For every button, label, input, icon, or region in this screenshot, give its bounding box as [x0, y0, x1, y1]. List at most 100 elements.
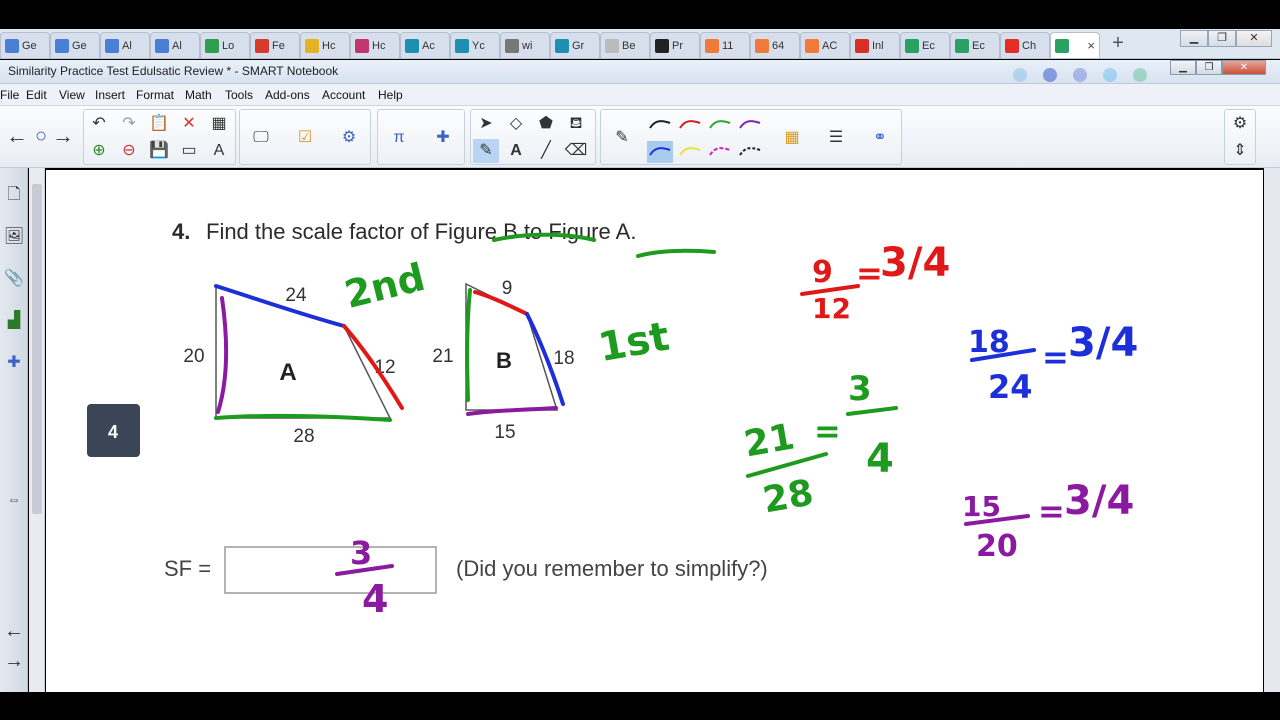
menu-view[interactable]: View	[59, 88, 85, 102]
eraser-icon[interactable]: ⌫	[563, 139, 589, 163]
menu-help[interactable]: Help	[378, 88, 403, 102]
redo-icon[interactable]: ↷	[116, 112, 142, 136]
line-icon[interactable]: ╱	[533, 139, 559, 163]
pen-swatch-green[interactable]	[707, 114, 733, 136]
browser-tab[interactable]: Pr	[650, 32, 700, 58]
paste-icon[interactable]: 📋	[146, 112, 172, 136]
eraser-shape-icon[interactable]: ⬟	[533, 112, 559, 136]
undo-icon[interactable]: ↶	[86, 112, 112, 136]
pen-swatch-magenta[interactable]	[707, 141, 733, 163]
line-style-icon[interactable]: ☰	[823, 126, 849, 150]
menu-math[interactable]: Math	[185, 88, 212, 102]
browser-tab[interactable]: Al	[100, 32, 150, 58]
browser-tab[interactable]: Al	[150, 32, 200, 58]
browser-tab[interactable]: Hc	[350, 32, 400, 58]
menu-format[interactable]: Format	[136, 88, 174, 102]
pen-swatch-blue[interactable]	[647, 141, 673, 163]
properties-tab-icon[interactable]: ▟	[2, 308, 26, 334]
page-content: 4. Find the scale factor of Figure B to …	[87, 219, 1138, 621]
gear-icon[interactable]: ⚙	[1227, 112, 1253, 136]
page-icon	[605, 38, 619, 53]
pen-swatch-yellow[interactable]	[677, 141, 703, 163]
browser-tab[interactable]: Inl	[850, 32, 900, 58]
menu-edit[interactable]: Edit	[26, 88, 47, 102]
add-page-icon[interactable]: ⊕	[86, 139, 112, 163]
browser-tab-strip: Ge Ge Al Al Lo Fe Hc Hc Ac Yc wi Gr Be Pr 11 64 AC Inl Ec E…	[0, 29, 1280, 59]
menu-insert[interactable]: Insert	[95, 88, 125, 102]
maximize-icon[interactable]: ❐	[1208, 30, 1236, 47]
browser-tab[interactable]: Ac	[400, 32, 450, 58]
previous-page-icon[interactable]: ←	[4, 124, 30, 148]
figure-a-label: A	[279, 359, 296, 386]
delete-icon[interactable]: ✕	[176, 112, 202, 136]
next-page-side-icon[interactable]: →	[2, 648, 26, 674]
shapes-icon[interactable]: ◇	[503, 112, 529, 136]
save-icon[interactable]: 💾	[146, 139, 172, 163]
delete-page-icon[interactable]: ⊖	[116, 139, 142, 163]
new-tab-button[interactable]: +	[1105, 33, 1131, 55]
tab-b-icon	[555, 38, 569, 53]
addons-tab-icon[interactable]: ✚	[2, 350, 26, 376]
ink-green-numerator: 21	[741, 416, 797, 465]
scrollbar-thumb[interactable]	[32, 184, 42, 514]
notebook-canvas[interactable]: 4. Find the scale factor of Figure B to …	[46, 170, 1263, 692]
color-palette-icon[interactable]: ▦	[779, 126, 805, 150]
tab-close-icon[interactable]: ×	[1087, 38, 1095, 53]
text-icon[interactable]: A	[503, 139, 529, 163]
pen-swatch-purple[interactable]	[737, 114, 763, 136]
browser-tab[interactable]: Ch	[1000, 32, 1050, 58]
pen-icon[interactable]: ✎	[609, 126, 635, 150]
pen-swatch-red[interactable]	[677, 114, 703, 136]
browser-tab[interactable]: ×	[1050, 32, 1100, 58]
pen-swatch-dashed[interactable]	[737, 141, 763, 163]
response-icon[interactable]: ☑	[292, 126, 318, 150]
select-arrow-icon[interactable]: ➤	[473, 112, 499, 136]
attachments-tab-icon[interactable]: 📎	[2, 266, 26, 292]
ink-blue-numerator: 18	[968, 325, 1010, 360]
figure-a-top-length: 24	[285, 285, 307, 306]
maximize-icon[interactable]: ❐	[1196, 60, 1222, 75]
browser-tab[interactable]: Lo	[200, 32, 250, 58]
gallery-tab-icon[interactable]: 🖼	[2, 224, 26, 250]
previous-page-side-icon[interactable]: ←	[2, 618, 26, 644]
browser-tab[interactable]: Be	[600, 32, 650, 58]
minimize-icon[interactable]: ▁	[1180, 30, 1208, 47]
browser-tab[interactable]: Gr	[550, 32, 600, 58]
activity-builder-icon[interactable]: ⚙	[336, 126, 362, 150]
page-sorter-tab-icon[interactable]: 🗋	[2, 182, 26, 208]
vertical-scrollbar[interactable]	[29, 168, 45, 692]
browser-tab[interactable]: Ge	[0, 32, 50, 58]
minimize-icon[interactable]: ▁	[1170, 60, 1196, 75]
menu-file[interactable]: File	[0, 88, 19, 102]
browser-tab[interactable]: 64	[750, 32, 800, 58]
browser-tab[interactable]: Yc	[450, 32, 500, 58]
menu-account[interactable]: Account	[322, 88, 365, 102]
close-icon[interactable]: ✕	[1236, 30, 1272, 47]
toolbar-move-icon[interactable]: ⇕	[1227, 139, 1253, 163]
fill-icon[interactable]: ⛾	[563, 112, 589, 136]
pen-swatch-black[interactable]	[647, 114, 673, 136]
browser-tab[interactable]: Ec	[950, 32, 1000, 58]
display-icon[interactable]: 🖵	[248, 126, 274, 150]
browser-tab[interactable]: wi	[500, 32, 550, 58]
menu-tools[interactable]: Tools	[225, 88, 253, 102]
browser-tab[interactable]: Ge	[50, 32, 100, 58]
table-icon[interactable]: ▦	[206, 112, 232, 136]
resize-handle-icon[interactable]: ⇔	[2, 486, 26, 512]
effects-icon[interactable]: ⚭	[867, 126, 893, 150]
math-tools-icon[interactable]: π	[386, 126, 412, 150]
browser-tab[interactable]: AC	[800, 32, 850, 58]
browser-tab[interactable]: 11	[700, 32, 750, 58]
browser-tab[interactable]: Hc	[300, 32, 350, 58]
figure-b-top-length: 9	[502, 278, 513, 299]
menu-addons[interactable]: Add-ons	[265, 88, 310, 102]
browser-tab[interactable]: Fe	[250, 32, 300, 58]
screen-shade-icon[interactable]: ▭	[176, 139, 202, 163]
next-page-icon[interactable]: →	[50, 124, 76, 148]
sf-answer-box[interactable]	[224, 546, 437, 594]
properties-icon[interactable]: A	[206, 139, 232, 163]
close-icon[interactable]: ✕	[1222, 60, 1266, 75]
pens-icon[interactable]: ✎	[473, 139, 499, 163]
addons-puzzle-icon[interactable]: ✚	[430, 126, 456, 150]
browser-tab[interactable]: Ec	[900, 32, 950, 58]
